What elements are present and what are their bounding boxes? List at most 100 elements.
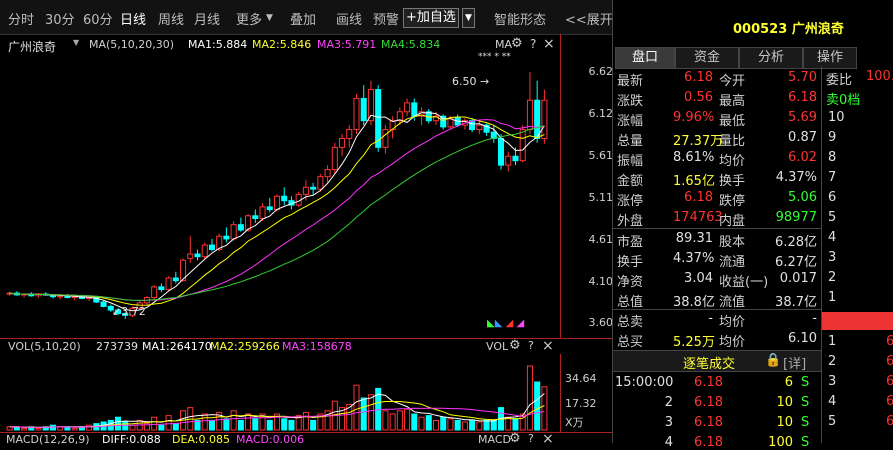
add-favorite-arrow-icon[interactable]: ▼ (462, 8, 475, 28)
candle-body (172, 277, 179, 282)
quote-value: 6.18 (684, 190, 713, 205)
tab-30min[interactable]: 30分 (45, 9, 75, 28)
quote-label: 金额 (617, 174, 644, 189)
quote-value: 6.18 (684, 70, 713, 85)
macd-close-icon[interactable]: × (542, 431, 554, 447)
volume-bar (461, 421, 468, 431)
candle-body (411, 102, 418, 117)
volume-bar (411, 413, 418, 431)
volume-bar (230, 410, 237, 431)
drawing-tool-icons[interactable]: ◣◣ ◢ ◢ (487, 318, 524, 329)
quote-label: 量比 (719, 134, 746, 149)
quote-label: 跌停 (719, 194, 746, 209)
tab-pankou[interactable]: 盘口 (615, 47, 675, 69)
vol-help-icon[interactable]: ? (528, 339, 534, 352)
trade-side: S (801, 375, 810, 390)
tab-fenxi[interactable]: 分析 (739, 47, 803, 69)
vol-settings-button[interactable]: VOL (486, 340, 508, 353)
volume-bar (360, 397, 367, 431)
wei-value: 100. (866, 69, 893, 84)
price-tick: 6.62 (588, 65, 614, 78)
bid-level: 4 (828, 394, 837, 409)
trades-detail-button[interactable]: [详] (783, 353, 806, 372)
candle-body (505, 155, 512, 166)
volume-bar (129, 424, 136, 431)
tab-daily[interactable]: 日线 (120, 9, 146, 28)
ask-level: 3 (828, 250, 837, 265)
quote-value: 5.69 (788, 110, 817, 125)
quote-value: 6.27亿 (775, 255, 817, 270)
tab-monthly[interactable]: 月线 (194, 9, 220, 28)
volume-bar (172, 423, 179, 431)
ask-level: 2 (828, 270, 837, 285)
low-annotation: ↙3.72 (112, 305, 146, 318)
macd-params: MACD(12,26,9) (6, 433, 90, 446)
quote-value: 6.28亿 (775, 235, 817, 250)
overlay-menu[interactable]: 叠加 (290, 9, 316, 28)
candle-body (223, 235, 230, 240)
quote-label: 流值 (719, 295, 746, 310)
more-arrow-icon[interactable]: ▼ (266, 13, 273, 23)
volume-bar (288, 419, 295, 431)
candle-body (404, 102, 411, 113)
price-tick: 4.61 (588, 233, 614, 246)
tab-fenshi[interactable]: 分时 (8, 9, 34, 28)
macd-help-icon[interactable]: ? (528, 432, 534, 445)
quote-value: 174763 (673, 210, 723, 225)
smart-pattern-button[interactable]: 智能形态 (494, 9, 546, 28)
trade-price: 6.18 (694, 415, 723, 430)
volume-chart[interactable] (0, 354, 560, 432)
expand-button[interactable]: <<展开 (565, 9, 613, 28)
trade-time: 3 (664, 415, 673, 430)
lock-icon[interactable]: 🔒 (765, 353, 781, 368)
trade-volume: 10 (776, 415, 793, 430)
quote-label: 换手 (719, 174, 746, 189)
quote-value: 4.37% (775, 170, 817, 185)
vol-gear-icon[interactable]: ⚙ (509, 338, 521, 353)
quote-label: 总买 (617, 335, 644, 350)
volume-bar (512, 418, 519, 431)
wei-label: 委比 (826, 73, 853, 88)
candle-body (252, 215, 259, 219)
candle-body (302, 186, 309, 195)
quote-label: 换手 (617, 255, 644, 270)
bid-level: 1 (828, 334, 837, 349)
bid-price: 6 (886, 334, 893, 349)
candle-body (497, 137, 505, 166)
candle-body (360, 97, 367, 122)
volume-bar (526, 365, 533, 431)
quote-value: 8.61% (673, 150, 715, 165)
volume-bar (158, 424, 165, 431)
alert-button[interactable]: 预警 (373, 9, 399, 28)
volume-bar (245, 413, 252, 431)
candle-body (324, 169, 331, 178)
draw-line-button[interactable]: 画线 (336, 9, 362, 28)
tab-60min[interactable]: 60分 (83, 9, 113, 28)
volume-bar (425, 415, 432, 431)
bid-price: 6 (886, 354, 893, 369)
price-divider (822, 312, 893, 330)
volume-bar (447, 418, 454, 431)
quote-value: 6.02 (788, 150, 817, 165)
volume-bar (114, 416, 122, 431)
macd-gear-icon[interactable]: ⚙ (509, 431, 521, 446)
quote-value: 5.70 (788, 70, 817, 85)
quote-value: 5.06 (788, 190, 817, 205)
price-chart[interactable] (0, 34, 612, 338)
candle-body (476, 124, 483, 131)
more-menu[interactable]: 更多 (236, 9, 262, 28)
add-favorite-button[interactable]: +加自选 (403, 8, 459, 28)
macd-settings-button[interactable]: MACD (478, 433, 511, 446)
volume-bar (418, 416, 425, 431)
volume-bar (71, 427, 78, 431)
tab-zijin[interactable]: 资金 (675, 47, 739, 69)
volume-bar (310, 419, 317, 431)
volume-bar (490, 419, 497, 431)
divider (613, 309, 821, 310)
quote-value: 6.10 (788, 331, 817, 346)
vol-close-icon[interactable]: × (542, 338, 554, 354)
candle-body (519, 129, 526, 162)
period-toolbar: 分时 30分 60分 日线 周线 月线 更多 ▼ 叠加 画线 预警 +加自选 ▼… (0, 0, 613, 35)
tab-weekly[interactable]: 周线 (158, 9, 184, 28)
quote-value: 1.65亿 (673, 174, 715, 189)
